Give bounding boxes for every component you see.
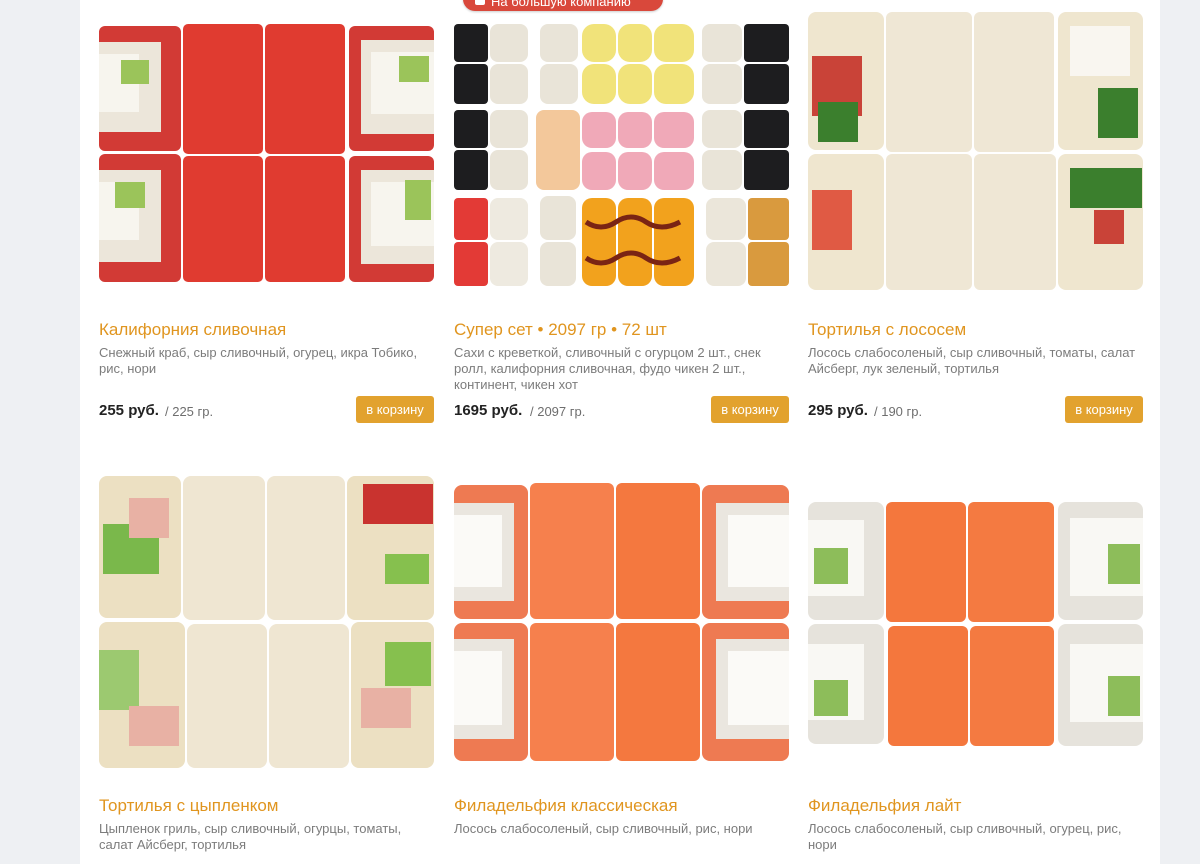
product-photo-super-set[interactable] [454, 22, 789, 292]
product-description: Снежный краб, сыр сливочный, огурец, икр… [99, 345, 418, 376]
product-description: Цыпленок гриль, сыр сливочный, огурцы, т… [99, 821, 402, 852]
product-description: Лосось слабосоленый, сыр сливочный, огур… [808, 821, 1122, 852]
product-price: 1695 руб. [454, 402, 523, 419]
add-to-cart-button[interactable]: в корзину [1065, 396, 1143, 423]
big-company-badge[interactable]: На большую компанию [463, 0, 663, 11]
product-photo-philadelphia-classic[interactable] [454, 481, 789, 763]
badge-label: На большую компанию [491, 0, 631, 9]
product-photo-chicken-tortilla[interactable] [99, 474, 434, 770]
product-title[interactable]: Филадельфия классическая [454, 795, 789, 817]
product-description: Лосось слабосоленый, сыр сливочный, тома… [808, 345, 1136, 376]
product-description: Сахи с креветкой, сливочный с огурцом 2 … [454, 345, 761, 392]
product-price: 255 руб. [99, 402, 159, 419]
price-row: 295 руб. / 190 гр. в корзину [808, 396, 1143, 426]
product-description: Лосось слабосоленый, сыр сливочный, рис,… [454, 821, 753, 836]
product-price: 295 руб. [808, 402, 868, 419]
product-title[interactable]: Тортилья с лососем [808, 319, 1143, 341]
product-title[interactable]: Филадельфия лайт [808, 795, 1143, 817]
product-photo-california-roll[interactable] [99, 22, 434, 292]
price-row: 1695 руб. / 2097 гр. в корзину [454, 396, 789, 426]
product-weight: / 2097 гр. [530, 404, 586, 419]
product-title[interactable]: Тортилья с цыпленком [99, 795, 434, 817]
add-to-cart-button[interactable]: в корзину [356, 396, 434, 423]
product-weight: / 190 гр. [874, 404, 923, 419]
add-to-cart-button[interactable]: в корзину [711, 396, 789, 423]
product-title[interactable]: Супер сет • 2097 гр • 72 шт [454, 319, 789, 341]
group-icon [475, 0, 485, 5]
product-photo-philadelphia-light[interactable] [808, 500, 1143, 748]
product-weight: / 225 гр. [165, 404, 214, 419]
price-row: 255 руб. / 225 гр. в корзину [99, 396, 434, 426]
product-photo-salmon-tortilla[interactable] [808, 10, 1143, 292]
product-title[interactable]: Калифорния сливочная [99, 319, 434, 341]
